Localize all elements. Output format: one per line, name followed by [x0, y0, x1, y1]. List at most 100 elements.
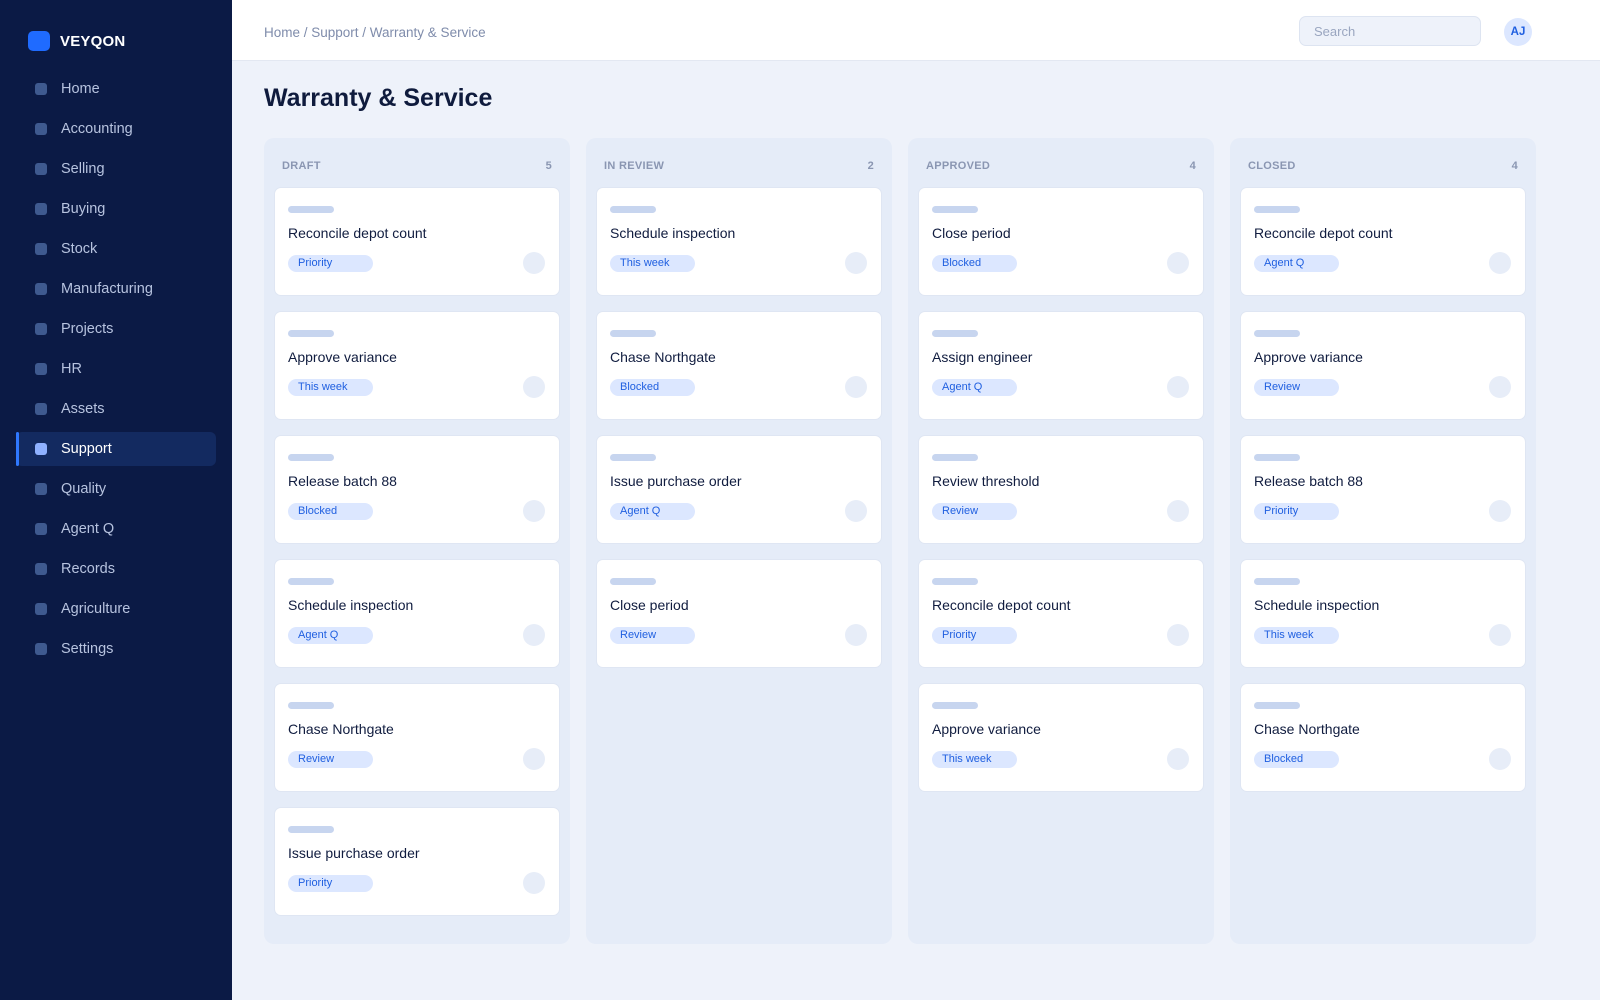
- card-label-bar: [288, 702, 334, 709]
- sidebar-item-buying[interactable]: Buying: [16, 192, 216, 226]
- assignee-avatar-icon[interactable]: [1167, 748, 1189, 770]
- card-title: Reconcile depot count: [932, 597, 1071, 613]
- agriculture-icon: [35, 603, 47, 615]
- task-card[interactable]: Schedule inspection This week: [1240, 559, 1526, 668]
- sidebar-item-label: Quality: [61, 481, 107, 497]
- card-title: Reconcile depot count: [288, 225, 427, 241]
- sidebar-item-agent-q[interactable]: Agent Q: [16, 512, 216, 546]
- card-label-bar: [1254, 330, 1300, 337]
- sidebar-item-label: HR: [61, 361, 82, 377]
- card-label-bar: [1254, 206, 1300, 213]
- card-label-bar: [1254, 578, 1300, 585]
- task-card[interactable]: Release batch 88 Blocked: [274, 435, 560, 544]
- assignee-avatar-icon[interactable]: [845, 376, 867, 398]
- card-label-bar: [932, 578, 978, 585]
- avatar[interactable]: AJ: [1504, 18, 1532, 46]
- task-card[interactable]: Assign engineer Agent Q: [918, 311, 1204, 420]
- page-title: Warranty & Service: [264, 84, 493, 112]
- card-tag: Priority: [288, 875, 373, 892]
- task-card[interactable]: Schedule inspection This week: [596, 187, 882, 296]
- assignee-avatar-icon[interactable]: [1489, 252, 1511, 274]
- task-card[interactable]: Reconcile depot count Agent Q: [1240, 187, 1526, 296]
- projects-icon: [35, 323, 47, 335]
- sidebar-item-agriculture[interactable]: Agriculture: [16, 592, 216, 626]
- column-title: IN REVIEW: [604, 160, 665, 172]
- task-card[interactable]: Issue purchase order Priority: [274, 807, 560, 916]
- sidebar-item-support[interactable]: Support: [16, 432, 216, 466]
- card-tag: This week: [288, 379, 373, 396]
- card-label-bar: [610, 330, 656, 337]
- assignee-avatar-icon[interactable]: [1489, 500, 1511, 522]
- sidebar-item-assets[interactable]: Assets: [16, 392, 216, 426]
- card-title: Schedule inspection: [610, 225, 736, 241]
- task-card[interactable]: Schedule inspection Agent Q: [274, 559, 560, 668]
- task-card[interactable]: Reconcile depot count Priority: [918, 559, 1204, 668]
- task-card[interactable]: Release batch 88 Priority: [1240, 435, 1526, 544]
- assignee-avatar-icon[interactable]: [1167, 252, 1189, 274]
- card-tag: Review: [610, 627, 695, 644]
- assignee-avatar-icon[interactable]: [1489, 376, 1511, 398]
- assignee-avatar-icon[interactable]: [523, 624, 545, 646]
- column-title: APPROVED: [926, 160, 991, 172]
- assignee-avatar-icon[interactable]: [1167, 500, 1189, 522]
- assignee-avatar-icon[interactable]: [845, 500, 867, 522]
- assignee-avatar-icon[interactable]: [1167, 624, 1189, 646]
- assignee-avatar-icon[interactable]: [523, 872, 545, 894]
- column-title: CLOSED: [1248, 160, 1296, 172]
- assignee-avatar-icon[interactable]: [523, 748, 545, 770]
- card-label-bar: [932, 330, 978, 337]
- assignee-avatar-icon[interactable]: [523, 376, 545, 398]
- top-bar: Home / Support / Warranty & Service AJ: [232, 0, 1600, 61]
- stock-icon: [35, 243, 47, 255]
- card-label-bar: [288, 454, 334, 461]
- sidebar-item-home[interactable]: Home: [16, 72, 216, 106]
- card-title: Schedule inspection: [288, 597, 414, 613]
- sidebar-item-settings[interactable]: Settings: [16, 632, 216, 666]
- card-tag: Agent Q: [1254, 255, 1339, 272]
- home-icon: [35, 83, 47, 95]
- task-card[interactable]: Chase Northgate Blocked: [1240, 683, 1526, 792]
- assets-icon: [35, 403, 47, 415]
- task-card[interactable]: Approve variance Review: [1240, 311, 1526, 420]
- column-header: DRAFT 5: [274, 138, 560, 187]
- sidebar-item-projects[interactable]: Projects: [16, 312, 216, 346]
- card-title: Issue purchase order: [288, 845, 420, 861]
- sidebar-item-records[interactable]: Records: [16, 552, 216, 586]
- task-card[interactable]: Review threshold Review: [918, 435, 1204, 544]
- assignee-avatar-icon[interactable]: [845, 624, 867, 646]
- card-title: Chase Northgate: [1254, 721, 1360, 737]
- card-tag: Agent Q: [610, 503, 695, 520]
- assignee-avatar-icon[interactable]: [523, 500, 545, 522]
- sidebar-item-selling[interactable]: Selling: [16, 152, 216, 186]
- assignee-avatar-icon[interactable]: [1489, 748, 1511, 770]
- task-card[interactable]: Approve variance This week: [274, 311, 560, 420]
- sidebar-item-quality[interactable]: Quality: [16, 472, 216, 506]
- assignee-avatar-icon[interactable]: [1167, 376, 1189, 398]
- breadcrumb[interactable]: Home / Support / Warranty & Service: [264, 25, 486, 40]
- sidebar-item-accounting[interactable]: Accounting: [16, 112, 216, 146]
- brand[interactable]: VEYQON: [28, 31, 125, 51]
- task-card[interactable]: Approve variance This week: [918, 683, 1204, 792]
- task-card[interactable]: Issue purchase order Agent Q: [596, 435, 882, 544]
- assignee-avatar-icon[interactable]: [845, 252, 867, 274]
- card-title: Close period: [610, 597, 689, 613]
- card-tag: Agent Q: [932, 379, 1017, 396]
- card-label-bar: [288, 578, 334, 585]
- task-card[interactable]: Reconcile depot count Priority: [274, 187, 560, 296]
- task-card[interactable]: Chase Northgate Review: [274, 683, 560, 792]
- assignee-avatar-icon[interactable]: [523, 252, 545, 274]
- assignee-avatar-icon[interactable]: [1489, 624, 1511, 646]
- sidebar-item-manufacturing[interactable]: Manufacturing: [16, 272, 216, 306]
- sidebar-item-label: Stock: [61, 241, 98, 257]
- card-title: Release batch 88: [1254, 473, 1363, 489]
- search-input[interactable]: [1299, 16, 1481, 46]
- card-title: Close period: [932, 225, 1011, 241]
- sidebar-item-stock[interactable]: Stock: [16, 232, 216, 266]
- task-card[interactable]: Close period Blocked: [918, 187, 1204, 296]
- task-card[interactable]: Close period Review: [596, 559, 882, 668]
- sidebar-item-hr[interactable]: HR: [16, 352, 216, 386]
- sidebar-nav: Home Accounting Selling Buying Stock Manufact…: [16, 72, 216, 672]
- buying-icon: [35, 203, 47, 215]
- settings-icon: [35, 643, 47, 655]
- task-card[interactable]: Chase Northgate Blocked: [596, 311, 882, 420]
